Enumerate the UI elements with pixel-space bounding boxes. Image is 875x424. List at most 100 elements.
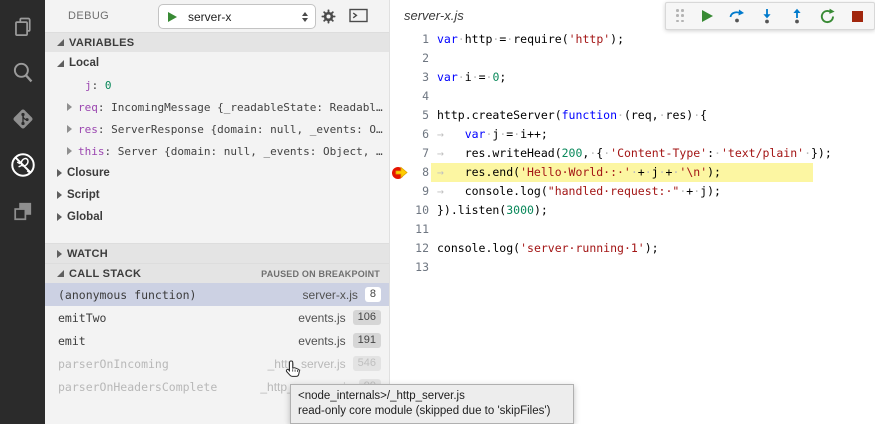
code-token: function [562,108,617,122]
code-line-12[interactable]: 12console.log('server·running·1'); [390,239,875,258]
line-number[interactable]: 12 [390,239,429,258]
code-line-10[interactable]: 10}).listen(3000); [390,201,875,220]
stop-button[interactable] [842,4,872,28]
toolbar-drag-handle[interactable] [674,9,686,23]
code-token: console.log( [437,241,520,255]
code-token: ; [499,70,506,84]
scope-label: Global [67,211,103,223]
line-number[interactable]: 3 [390,68,429,87]
frame-function-name: emitTwo [58,311,298,325]
line-number[interactable]: 13 [390,258,429,277]
variable-name: req [78,101,98,114]
call-stack-section-header[interactable]: CALL STACK PAUSED ON BREAKPOINT [45,263,389,283]
frame-file-name: server-x.js [303,288,358,302]
open-console-icon[interactable] [348,5,370,27]
call-stack-title: CALL STACK [69,268,141,280]
variables-section-header[interactable]: VARIABLES [45,32,389,52]
line-number[interactable]: 6 [390,125,429,144]
stack-frame-row[interactable]: (anonymous function)server-x.js8 [45,283,389,306]
activity-bar [0,0,45,424]
code-token: require( [513,32,568,46]
step-over-button[interactable] [722,4,752,28]
line-number[interactable]: 9 [390,182,429,201]
line-content: http.createServer(function·(req,·res)·{ [437,106,707,125]
scope-row-global[interactable]: Global [45,206,389,228]
restart-button[interactable] [812,4,842,28]
stack-frame-row[interactable]: emitTwoevents.js 106 [45,306,389,329]
code-line-5[interactable]: 5http.createServer(function·(req,·res)·{ [390,106,875,125]
tooltip-path: <node_internals>/_http_server.js [298,389,566,404]
step-out-button[interactable] [782,4,812,28]
call-stack-list: (anonymous function)server-x.js8emitTwoe… [45,283,389,398]
configure-gear-icon[interactable] [317,5,339,27]
line-number[interactable]: 11 [390,220,429,239]
code-token: '\n' [679,165,707,179]
variable-value: 0 [105,79,112,92]
code-token: · [617,108,624,122]
variable-row-res[interactable]: res: ServerResponse {domain: null, _even… [45,118,389,140]
extensions-icon[interactable] [9,197,37,225]
code-line-6[interactable]: 6→var·j·=·i++; [390,125,875,144]
code-line-1[interactable]: 1var·http·=·require('http'); [390,30,875,49]
code-line-3[interactable]: 3var·i·=·0; [390,68,875,87]
code-token: res.writeHead( [465,146,562,160]
code-token: : [707,146,714,160]
scope-row-local[interactable]: Local [45,52,389,74]
code-line-9[interactable]: 9 →console.log("handled·request:·"·+·j); [390,182,875,201]
launch-config-select[interactable]: server-x [158,4,316,29]
code-line-2[interactable]: 2 [390,49,875,68]
line-number[interactable]: 4 [390,87,429,106]
line-number[interactable]: 5 [390,106,429,125]
editor-file-title: server-x.js [404,8,464,23]
code-token: 'Hello·World·:·' [520,165,631,179]
watch-title: WATCH [67,248,108,260]
frame-file-name: events.js [298,311,345,325]
watch-section-header[interactable]: WATCH [45,243,389,263]
start-debug-icon[interactable] [168,12,177,22]
line-content: →console.log("handled·request:·"·+·j); [437,182,721,201]
spacer [45,228,389,243]
code-line-7[interactable]: 7→res.writeHead(200,·{·'Content-Type':·'… [390,144,875,163]
variable-row-this[interactable]: this: Server {domain: null, _events: Obj… [45,140,389,162]
code-token: http [465,32,493,46]
code-token: · [645,165,652,179]
code-token: http.createServer( [437,108,562,122]
stack-frame-row[interactable]: emitevents.js191 [45,329,389,352]
scope-row-script[interactable]: Script [45,184,389,206]
source-control-icon[interactable] [9,105,37,133]
line-number[interactable]: 1 [390,30,429,49]
frame-line-badge: 106 [353,310,381,325]
variable-text: j: 0 [85,79,112,92]
variable-row-req[interactable]: req: IncomingMessage {_readableState: Re… [45,96,389,118]
code-token: ); [610,32,624,46]
scope-row-closure[interactable]: Closure [45,162,389,184]
line-number[interactable]: 2 [390,49,429,68]
code-area: 1var·http·=·require('http');23var·i·=·0;… [390,30,875,277]
code-line-4[interactable]: 4 [390,87,875,106]
line-number[interactable]: 10 [390,201,429,220]
line-number[interactable]: 8 [390,163,429,182]
explorer-icon[interactable] [9,13,37,41]
variable-row-j[interactable]: j: 0 [45,74,389,96]
debug-sidebar: DEBUG server-x [45,0,389,424]
code-token: 'http' [569,32,611,46]
debug-icon[interactable] [9,151,37,179]
code-token: }).listen( [437,203,506,217]
code-line-11[interactable]: 11 [390,220,875,239]
variable-text: this: Server {domain: null, _events: Obj… [78,145,383,158]
variable-name: res [78,123,98,136]
vscode-debug-window: DEBUG server-x [0,0,875,424]
launch-config-name: server-x [188,10,231,24]
code-token: res) [666,108,694,122]
code-line-8[interactable]: 8→res.end('Hello·World·:·'·+·j·+·'\n'); [390,163,875,182]
step-into-button[interactable] [752,4,782,28]
variable-text: req: IncomingMessage {_readableState: Re… [78,101,383,114]
line-number[interactable]: 7 [390,144,429,163]
search-icon[interactable] [9,59,37,87]
frame-line-badge: 8 [365,287,381,302]
stack-frame-row[interactable]: parserOnIncoming_http_server.js546 [45,352,389,375]
stack-frame-tooltip: <node_internals>/_http_server.js read-on… [290,384,574,424]
code-token: var [437,70,458,84]
continue-button[interactable] [692,4,722,28]
code-line-13[interactable]: 13 [390,258,875,277]
